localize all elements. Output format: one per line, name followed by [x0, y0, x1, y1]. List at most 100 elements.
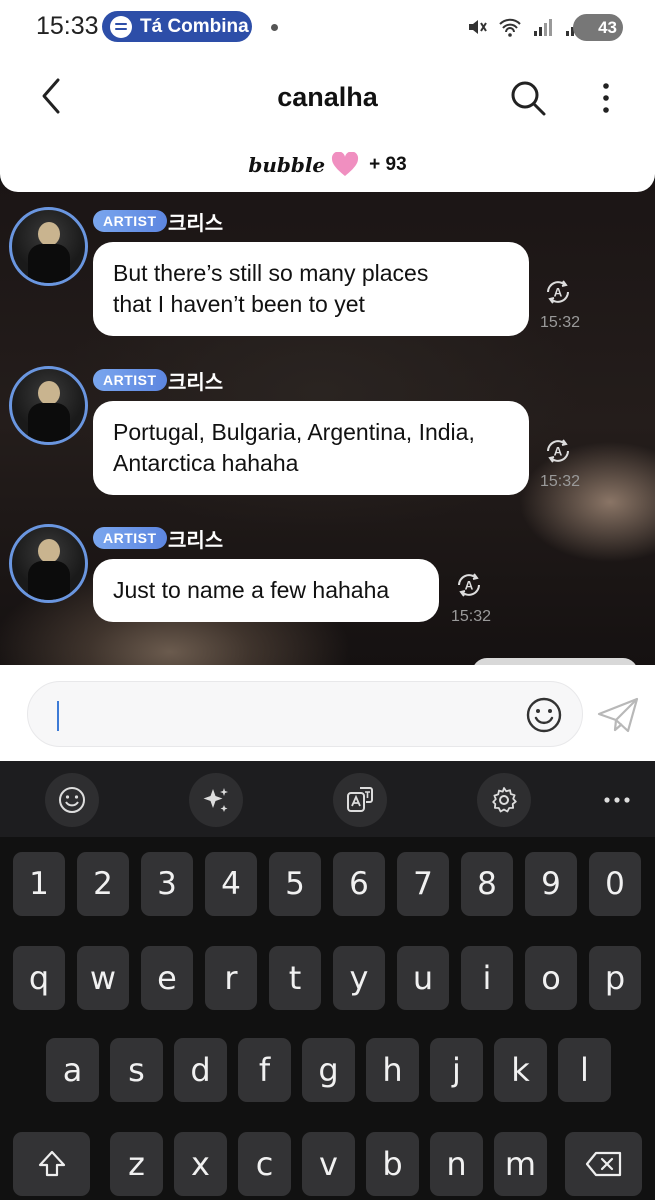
settings-icon: [492, 787, 517, 813]
artist-badge: ARTIST: [93, 210, 167, 232]
key-8[interactable]: 8: [461, 852, 513, 916]
artist-badge: ARTIST: [93, 369, 167, 391]
key-7[interactable]: 7: [397, 852, 449, 916]
ai-sparkle-icon: [203, 788, 228, 812]
key-j[interactable]: j: [430, 1038, 483, 1102]
paper-plane-icon: [597, 697, 639, 733]
translate-icon: [347, 787, 373, 812]
kebab-menu-icon: [603, 83, 609, 113]
key-k[interactable]: k: [494, 1038, 547, 1102]
bubble-subscription[interactable]: bubble + 93: [0, 152, 655, 178]
sender-name: 크리스: [168, 530, 224, 552]
key-6[interactable]: 6: [333, 852, 385, 916]
now-playing-pill[interactable]: Tá Combina: [102, 11, 252, 42]
key-w[interactable]: w: [77, 946, 129, 1010]
key-z[interactable]: z: [110, 1132, 163, 1196]
message-composer: [0, 665, 655, 761]
message-time: 15:32: [540, 473, 581, 490]
key-3[interactable]: 3: [141, 852, 193, 916]
key-c[interactable]: c: [238, 1132, 291, 1196]
key-q[interactable]: q: [13, 946, 65, 1010]
message-text-line: But there’s still so many places: [113, 260, 429, 286]
page-title: canalha: [277, 82, 378, 112]
battery-level: 43: [598, 17, 617, 37]
chat-area[interactable]: ARTIST 크리스 But there’s still so many pla…: [0, 182, 655, 665]
key-r[interactable]: r: [205, 946, 257, 1010]
avatar[interactable]: [9, 366, 88, 445]
send-button[interactable]: [596, 696, 640, 734]
avatar[interactable]: [9, 524, 88, 603]
wifi-icon: [499, 18, 521, 37]
key-x[interactable]: x: [174, 1132, 227, 1196]
mute-icon: [469, 20, 487, 34]
more-options-button[interactable]: [592, 80, 620, 116]
sender-name: 크리스: [168, 213, 224, 235]
heart-icon: [332, 152, 359, 176]
key-0[interactable]: 0: [589, 852, 641, 916]
chat-header: canalha bubble + 93: [0, 56, 655, 192]
auto-translate-icon[interactable]: A: [454, 570, 484, 600]
key-5[interactable]: 5: [269, 852, 321, 916]
text-caret: [57, 701, 59, 731]
backspace-key[interactable]: [565, 1132, 642, 1196]
auto-translate-icon[interactable]: A: [543, 277, 573, 307]
message-input[interactable]: [27, 681, 583, 747]
message-text-line: Just to name a few hahaha: [113, 577, 390, 603]
message-text-line: Portugal, Bulgaria, Argentina, India,: [113, 419, 475, 445]
message-bubble[interactable]: Just to name a few hahaha: [93, 559, 439, 622]
shift-icon: [38, 1150, 65, 1177]
scroll-to-bottom-pill[interactable]: [472, 658, 638, 665]
keyboard-ai-button[interactable]: [189, 773, 243, 827]
key-t[interactable]: t: [269, 946, 321, 1010]
svg-text:A: A: [465, 579, 474, 593]
bubble-logo: bubble: [248, 153, 326, 177]
message-bubble[interactable]: But there’s still so many places that I …: [93, 242, 529, 336]
shift-key[interactable]: [13, 1132, 90, 1196]
key-u[interactable]: u: [397, 946, 449, 1010]
avatar[interactable]: [9, 207, 88, 286]
message-text-line: Antarctica hahaha: [113, 450, 299, 476]
key-9[interactable]: 9: [525, 852, 577, 916]
key-v[interactable]: v: [302, 1132, 355, 1196]
battery-indicator: 43: [573, 14, 623, 41]
svg-text:A: A: [554, 445, 563, 459]
key-h[interactable]: h: [366, 1038, 419, 1102]
key-i[interactable]: i: [461, 946, 513, 1010]
key-s[interactable]: s: [110, 1038, 163, 1102]
key-b[interactable]: b: [366, 1132, 419, 1196]
key-l[interactable]: l: [558, 1038, 611, 1102]
key-p[interactable]: p: [589, 946, 641, 1010]
search-button[interactable]: [508, 78, 548, 118]
key-m[interactable]: m: [494, 1132, 547, 1196]
clock: 15:33: [36, 12, 99, 40]
sender-name: 크리스: [168, 372, 224, 394]
message-text-line: that I haven’t been to yet: [113, 291, 365, 317]
keyboard-toolbar: [0, 761, 655, 837]
status-bar: 15:33 Tá Combina 43: [0, 0, 655, 56]
smiley-icon: [526, 697, 562, 733]
keyboard-emoji-button[interactable]: [45, 773, 99, 827]
emoji-icon: [59, 787, 85, 813]
key-f[interactable]: f: [238, 1038, 291, 1102]
key-d[interactable]: d: [174, 1038, 227, 1102]
message-bubble[interactable]: Portugal, Bulgaria, Argentina, India, An…: [93, 401, 529, 495]
key-4[interactable]: 4: [205, 852, 257, 916]
keyboard-translate-button[interactable]: [333, 773, 387, 827]
backspace-icon: [585, 1151, 621, 1177]
emoji-button[interactable]: [525, 696, 563, 734]
auto-translate-icon[interactable]: A: [543, 436, 573, 466]
key-2[interactable]: 2: [77, 852, 129, 916]
key-e[interactable]: e: [141, 946, 193, 1010]
keyboard-settings-button[interactable]: [477, 773, 531, 827]
key-1[interactable]: 1: [13, 852, 65, 916]
bubble-count: + 93: [369, 154, 407, 175]
key-n[interactable]: n: [430, 1132, 483, 1196]
message-time: 15:32: [540, 314, 581, 331]
keyboard-more-button[interactable]: [590, 773, 644, 827]
artist-badge: ARTIST: [93, 527, 167, 549]
spotify-icon: [110, 15, 132, 38]
key-g[interactable]: g: [302, 1038, 355, 1102]
key-o[interactable]: o: [525, 946, 577, 1010]
key-a[interactable]: a: [46, 1038, 99, 1102]
key-y[interactable]: y: [333, 946, 385, 1010]
